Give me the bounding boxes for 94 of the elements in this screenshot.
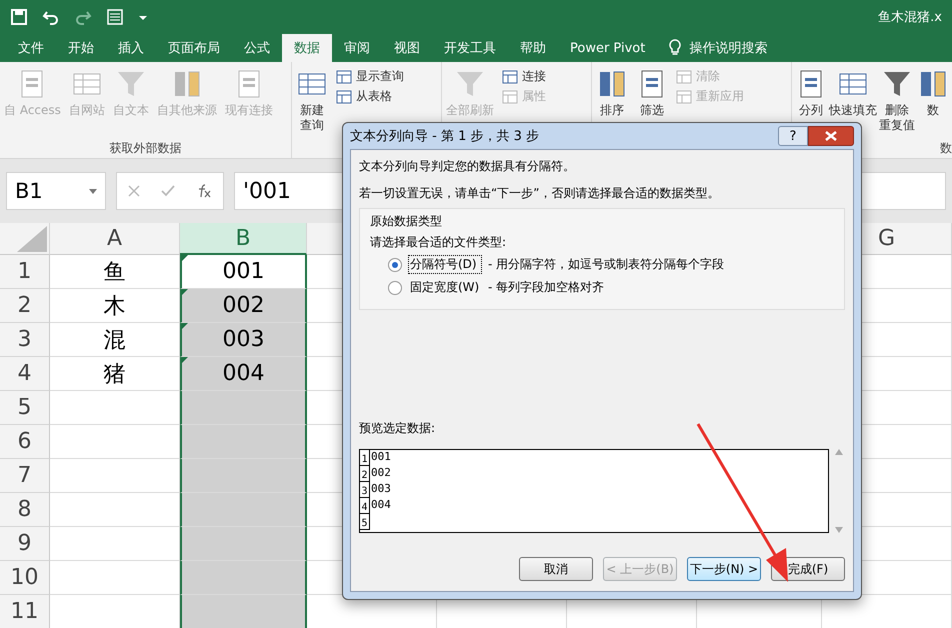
row-header[interactable]: 5 (0, 391, 50, 425)
group-label: 数 (940, 141, 952, 155)
row-header[interactable]: 3 (0, 323, 50, 357)
enter-check-icon[interactable] (160, 185, 175, 197)
preview-row-number: 5 (360, 514, 370, 530)
ribbon-small-button[interactable]: 连接 (500, 68, 548, 85)
radio-label[interactable]: 固定宽度(W) (408, 278, 482, 297)
intro-text: 文本分列向导判定您的数据具有分隔符。 (359, 158, 576, 175)
radio-label[interactable]: 分隔符号(D) (408, 255, 482, 274)
row-header[interactable]: 8 (0, 493, 50, 527)
ribbon-button[interactable]: 删除 重复值 (878, 66, 916, 140)
insert-function-icon[interactable] (196, 184, 212, 198)
ribbon-tab[interactable]: 文件 (6, 34, 56, 62)
ribbon-button[interactable]: 排序 (594, 66, 630, 140)
preview-text: 002 (370, 466, 391, 481)
radio-button[interactable] (388, 258, 402, 272)
name-box[interactable]: B1 (6, 172, 106, 210)
group-label: 获取外部数据 (110, 141, 182, 155)
command-icon (336, 68, 352, 84)
ribbon-small-button[interactable]: 从表格 (334, 88, 406, 105)
option-description: - 用分隔字符，如逗号或制表符分隔每个字段 (488, 256, 724, 273)
cell-text: 混 (104, 326, 126, 354)
row-header[interactable]: 11 (0, 595, 50, 628)
row-header[interactable]: 10 (0, 561, 50, 595)
preview-row-number: 4 (360, 498, 370, 514)
hint-text: 若一切设置无误，请单击“下一步”，否则请选择最合适的数据类型。 (359, 185, 720, 202)
table-cell[interactable] (180, 561, 307, 595)
row-header[interactable]: 6 (0, 425, 50, 459)
table-cell[interactable]: 002 (180, 289, 307, 323)
command-icon (502, 68, 518, 84)
ribbon-tab[interactable]: 视图 (382, 34, 432, 62)
ribbon-tab[interactable]: 插入 (106, 34, 156, 62)
cell-text: 木 (104, 292, 126, 320)
preview-text: 001 (370, 450, 391, 465)
command-icon (676, 68, 692, 84)
scroll-down-icon[interactable] (835, 527, 843, 533)
table-cell[interactable] (180, 527, 307, 561)
help-button[interactable]: ? (778, 126, 808, 146)
preview-row-number: 3 (360, 482, 370, 498)
table-cell[interactable] (180, 493, 307, 527)
table-cell[interactable] (180, 391, 307, 425)
preview-row-number: 1 (360, 450, 370, 466)
command-icon (336, 88, 352, 104)
tell-me-search[interactable]: 操作说明搜索 (689, 39, 768, 57)
column-header[interactable]: B (180, 223, 307, 255)
cell-text: 001 (222, 259, 264, 284)
ribbon-button[interactable]: 新建 查询 (294, 66, 330, 140)
ribbon-small-button[interactable]: 显示查询 (334, 68, 406, 85)
dialog-button[interactable]: 取消 (519, 557, 593, 581)
radio-button[interactable] (388, 280, 402, 294)
close-button[interactable] (808, 126, 854, 146)
scroll-up-icon[interactable] (835, 449, 843, 455)
close-icon (825, 131, 837, 141)
preview-text: 003 (370, 482, 391, 497)
row-header[interactable]: 4 (0, 357, 50, 391)
prompt-text: 请选择最合适的文件类型: (370, 234, 508, 251)
cell-text: 003 (222, 327, 264, 352)
group-title: 原始数据类型 (370, 213, 443, 230)
cell-text: 鱼 (104, 258, 126, 286)
cell-text: 猪 (104, 360, 126, 388)
column-header[interactable]: A (50, 223, 180, 255)
table-cell[interactable] (180, 459, 307, 493)
row-header[interactable]: 1 (0, 255, 50, 289)
command-icon (502, 88, 518, 104)
dialog-button[interactable]: 下一步(N) > (687, 557, 761, 581)
command-icon (676, 88, 692, 104)
lightbulb-icon (667, 39, 684, 57)
ribbon-tab[interactable]: Power Pivot (558, 34, 658, 62)
row-header[interactable]: 7 (0, 459, 50, 493)
ribbon-tab[interactable]: 公式 (232, 34, 282, 62)
table-cell[interactable]: 001 (180, 255, 307, 289)
form-icon[interactable] (106, 8, 124, 26)
preview-row-number: 2 (360, 466, 370, 482)
row-header[interactable]: 9 (0, 527, 50, 561)
ribbon-tab[interactable]: 帮助 (508, 34, 558, 62)
ribbon-tab[interactable]: 数据 (282, 34, 332, 62)
dialog-title: 文本分列向导 - 第 1 步，共 3 步 (350, 128, 540, 145)
cell-text: 004 (222, 361, 264, 386)
table-cell[interactable]: 003 (180, 323, 307, 357)
preview-label: 预览选定数据: (359, 420, 436, 437)
ribbon-tab[interactable]: 开始 (56, 34, 106, 62)
row-header[interactable]: 2 (0, 289, 50, 323)
ribbon-tab[interactable]: 开发工具 (432, 34, 508, 62)
option-description: - 每列字段加空格对齐 (488, 279, 604, 296)
cell-text: 002 (222, 293, 264, 318)
save-icon[interactable] (10, 8, 28, 26)
preview-text: 004 (370, 498, 391, 513)
ribbon-tab[interactable]: 页面布局 (156, 34, 232, 62)
table-cell[interactable]: 004 (180, 357, 307, 391)
window-title: 鱼木混猪.x (878, 9, 942, 26)
table-cell[interactable] (180, 595, 307, 628)
ribbon-tab[interactable]: 审阅 (332, 34, 382, 62)
ribbon-button[interactable]: 数 (916, 66, 950, 140)
table-cell[interactable] (180, 425, 307, 459)
